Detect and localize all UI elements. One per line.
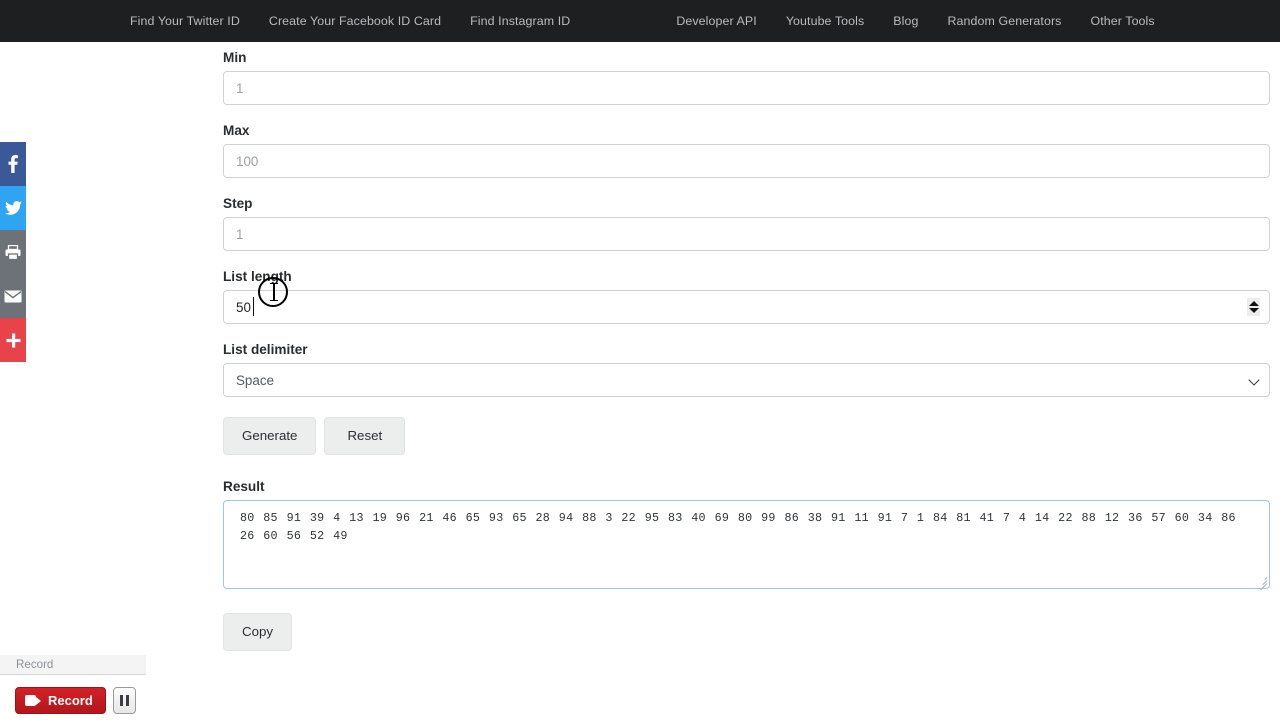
nav-find-twitter-id[interactable]: Find Your Twitter ID [130,14,240,28]
list-length-input[interactable] [223,290,1270,324]
max-input[interactable] [223,144,1270,178]
twitter-share-button[interactable] [0,186,26,230]
nav-create-facebook-id-card[interactable]: Create Your Facebook ID Card [269,14,441,28]
envelope-icon [4,290,22,303]
list-length-label: List length [223,269,292,284]
random-number-generator-form: Min Max Step List length List delimiter … [223,50,1270,651]
pause-bar-right [125,695,129,706]
printer-icon [5,244,21,260]
step-field-row [223,217,1270,251]
form-actions: Generate Reset [223,417,1270,455]
nav-blog[interactable]: Blog [893,14,918,28]
plus-icon [6,333,21,348]
facebook-share-button[interactable] [0,142,26,186]
spinner-down-icon[interactable] [1248,308,1259,313]
nav-group-right: Developer API Youtube Tools Blog Random … [676,14,1154,28]
nav-find-instagram-id[interactable]: Find Instagram ID [470,14,570,28]
step-input[interactable] [223,217,1270,251]
list-delimiter-field-row: Space [223,363,1270,397]
nav-random-generators[interactable]: Random Generators [948,14,1062,28]
print-button[interactable] [0,230,26,274]
result-textarea[interactable] [223,500,1270,589]
camera-icon [25,695,41,706]
list-length-spinner[interactable] [1247,298,1260,316]
record-button[interactable]: Record [15,687,106,714]
list-delimiter-select[interactable]: Space [223,363,1270,397]
nav-developer-api[interactable]: Developer API [676,14,757,28]
nav-youtube-tools[interactable]: Youtube Tools [786,14,864,28]
min-input[interactable] [223,71,1270,105]
social-share-rail [0,142,26,362]
result-area [223,500,1270,591]
twitter-icon [4,200,22,216]
nav-other-tools[interactable]: Other Tools [1090,14,1154,28]
max-field-row [223,144,1270,178]
recorder-toolbar: Record [0,681,146,720]
min-field-row [223,71,1270,105]
top-navigation-bar: Find Your Twitter ID Create Your Faceboo… [0,0,1280,42]
pause-button[interactable] [112,687,136,714]
min-label: Min [223,50,247,65]
text-caret [253,297,254,316]
list-length-field-row [223,290,1270,324]
list-delimiter-label: List delimiter [223,342,308,357]
result-label: Result [223,479,265,494]
reset-button[interactable]: Reset [324,417,406,455]
step-label: Step [223,196,253,211]
copy-row: Copy [223,613,1270,651]
more-share-button[interactable] [0,318,26,362]
email-share-button[interactable] [0,274,26,318]
generate-button[interactable]: Generate [223,417,317,455]
pause-bar-left [120,695,124,706]
record-button-label: Record [48,693,93,708]
facebook-icon [7,155,19,173]
recorder-tooltip: Record [0,655,146,675]
copy-button[interactable]: Copy [223,613,293,651]
max-label: Max [223,123,250,138]
nav-group-left: Find Your Twitter ID Create Your Faceboo… [130,14,570,28]
spinner-up-icon[interactable] [1248,301,1259,306]
